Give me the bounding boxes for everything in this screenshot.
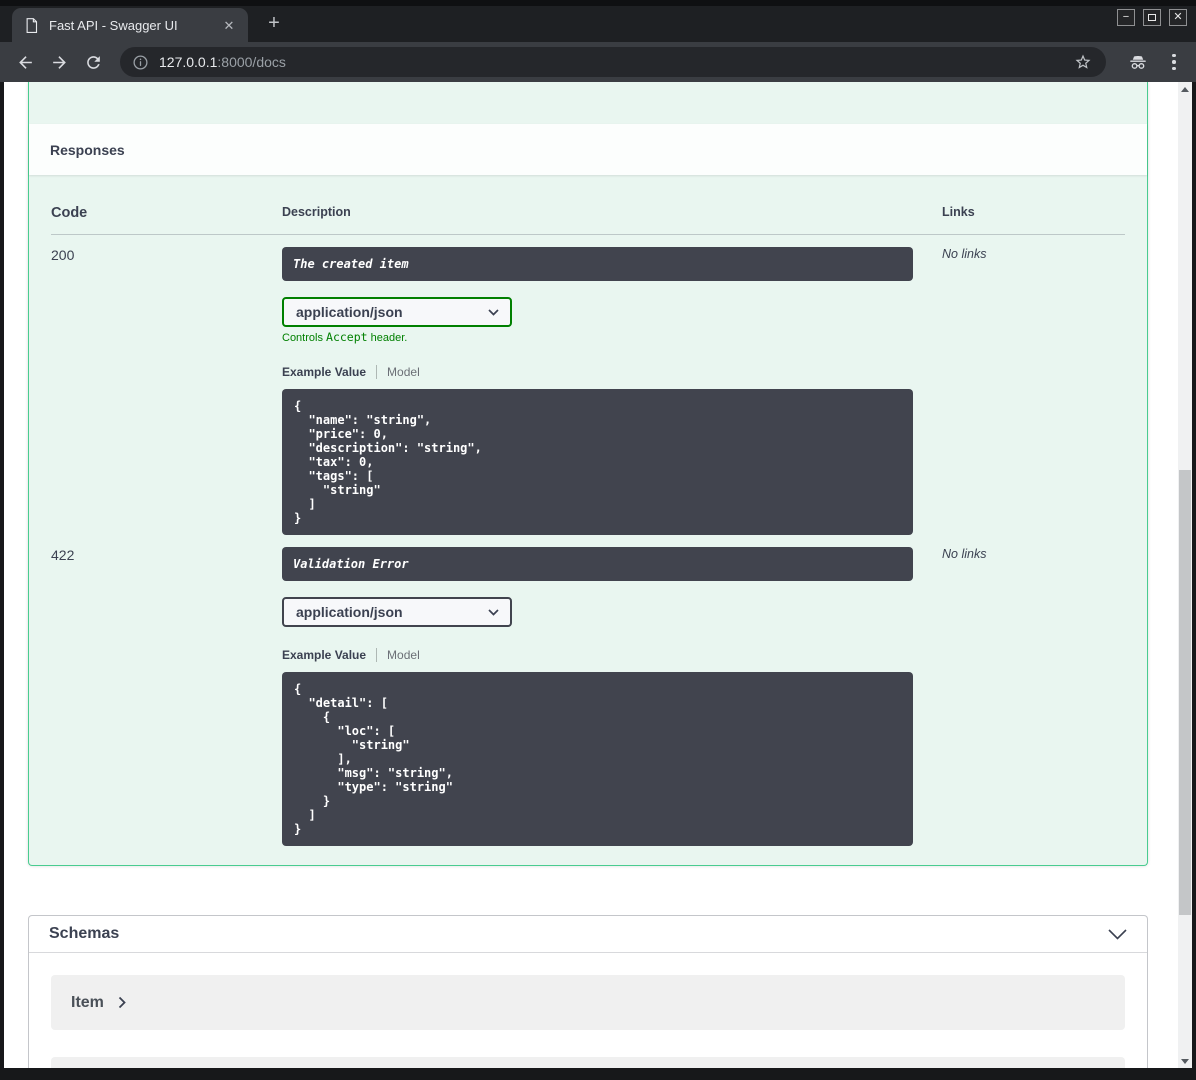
site-info-icon[interactable]: [132, 54, 149, 71]
response-description-cell: The created item application/json Contro…: [282, 247, 942, 535]
responses-table: Code Description Links 200 The created i…: [29, 175, 1147, 865]
tab-title: Fast API - Swagger UI: [49, 17, 178, 33]
media-type-select[interactable]: application/json: [282, 297, 512, 327]
incognito-icon: [1130, 56, 1146, 69]
page-content: Responses Code Description Links 200 The…: [4, 82, 1192, 1068]
minimize-icon: −: [1122, 11, 1130, 23]
response-code: 422: [51, 547, 75, 563]
operation-block: Responses Code Description Links 200 The…: [28, 82, 1148, 866]
window-controls: − ✕: [1117, 9, 1187, 26]
menu-dots-icon: [1172, 53, 1176, 58]
address-bar[interactable]: 127.0.0.1:8000/docs: [120, 47, 1106, 77]
chevron-down-icon: [488, 308, 499, 316]
example-model-tabs: Example Value Model: [282, 648, 942, 662]
tab-model[interactable]: Model: [387, 365, 420, 379]
forward-button[interactable]: [46, 49, 72, 75]
tab-divider: [376, 365, 378, 379]
tab-divider: [376, 648, 378, 662]
accept-code: Accept: [326, 330, 368, 344]
responses-section-header: Responses: [29, 124, 1147, 175]
tab-example-value[interactable]: Example Value: [282, 648, 366, 662]
column-header-code: Code: [51, 205, 88, 221]
new-tab-button[interactable]: +: [262, 11, 286, 35]
plus-icon: +: [268, 11, 280, 34]
chevron-down-icon: [1108, 928, 1127, 940]
back-button[interactable]: [12, 49, 38, 75]
window-close-button[interactable]: ✕: [1169, 9, 1187, 26]
example-json-block: { "detail": [ { "loc": [ "string" ], "ms…: [282, 672, 913, 846]
accept-header-note: Controls Accept header.: [282, 330, 408, 344]
schemas-section: Schemas Item ValidationError: [28, 915, 1148, 1068]
browser-toolbar: 127.0.0.1:8000/docs: [0, 42, 1196, 82]
close-icon: ✕: [1173, 11, 1183, 23]
responses-table-header: Code Description Links: [51, 205, 1125, 235]
model-name: Item: [71, 993, 104, 1011]
vertical-scrollbar[interactable]: [1178, 82, 1192, 1068]
document-favicon-icon: [26, 17, 38, 33]
schemas-title: Schemas: [49, 925, 120, 942]
response-description-cell: Validation Error application/json Exampl…: [282, 547, 942, 846]
minimize-button[interactable]: −: [1117, 9, 1135, 26]
triangle-down-icon: [1181, 1058, 1189, 1064]
browser-tab[interactable]: Fast API - Swagger UI ✕: [12, 8, 248, 42]
response-row-422: 422 Validation Error application/json Ex…: [51, 535, 1125, 846]
tab-close-button[interactable]: ✕: [220, 16, 238, 34]
swagger-page: Responses Code Description Links 200 The…: [4, 82, 1178, 1068]
response-links: No links: [942, 247, 987, 261]
star-icon: [1075, 54, 1091, 69]
tab-example-value[interactable]: Example Value: [282, 365, 366, 379]
reload-button[interactable]: [80, 49, 106, 75]
model-row-validationerror[interactable]: ValidationError: [51, 1057, 1125, 1068]
example-json-block: { "name": "string", "price": 0, "descrip…: [282, 389, 913, 535]
url-host: 127.0.0.1: [159, 54, 218, 70]
incognito-badge: [1124, 50, 1152, 74]
chevron-down-icon: [488, 608, 499, 616]
example-model-tabs: Example Value Model: [282, 365, 942, 379]
back-arrow-icon: [18, 55, 32, 69]
bookmark-star-button[interactable]: [1072, 51, 1094, 73]
response-links: No links: [942, 547, 987, 561]
response-description-box: Validation Error: [282, 547, 913, 581]
browser-window: Fast API - Swagger UI ✕ + − ✕ 127.0.0.1:…: [0, 0, 1196, 1080]
maximize-button[interactable]: [1143, 9, 1161, 26]
media-type-value: application/json: [296, 304, 403, 320]
scrollbar-thumb[interactable]: [1179, 470, 1191, 915]
media-type-select[interactable]: application/json: [282, 597, 512, 627]
media-type-value: application/json: [296, 604, 403, 620]
scroll-up-button[interactable]: [1178, 82, 1192, 96]
url-path: :8000/docs: [217, 54, 286, 70]
column-header-description: Description: [282, 205, 351, 219]
browser-menu-button[interactable]: [1164, 49, 1184, 75]
column-header-links: Links: [942, 205, 975, 219]
triangle-up-icon: [1181, 86, 1189, 92]
model-row-item[interactable]: Item: [51, 975, 1125, 1030]
chevron-right-icon: [118, 996, 126, 1009]
scroll-down-button[interactable]: [1178, 1054, 1192, 1068]
tab-model[interactable]: Model: [387, 648, 420, 662]
opblock-spacer: [29, 82, 1147, 124]
response-code: 200: [51, 247, 75, 263]
response-row-200: 200 The created item application/json Co…: [51, 235, 1125, 535]
response-description-box: The created item: [282, 247, 913, 281]
schemas-header[interactable]: Schemas: [29, 916, 1147, 953]
forward-arrow-icon: [52, 55, 66, 69]
models-list: Item ValidationError: [29, 953, 1147, 1068]
reload-icon: [86, 55, 100, 69]
close-icon: ✕: [223, 17, 235, 33]
url-text[interactable]: 127.0.0.1:8000/docs: [159, 54, 286, 70]
maximize-icon: [1148, 14, 1156, 21]
titlebar: Fast API - Swagger UI ✕ + − ✕: [0, 0, 1196, 42]
responses-title: Responses: [50, 141, 125, 158]
